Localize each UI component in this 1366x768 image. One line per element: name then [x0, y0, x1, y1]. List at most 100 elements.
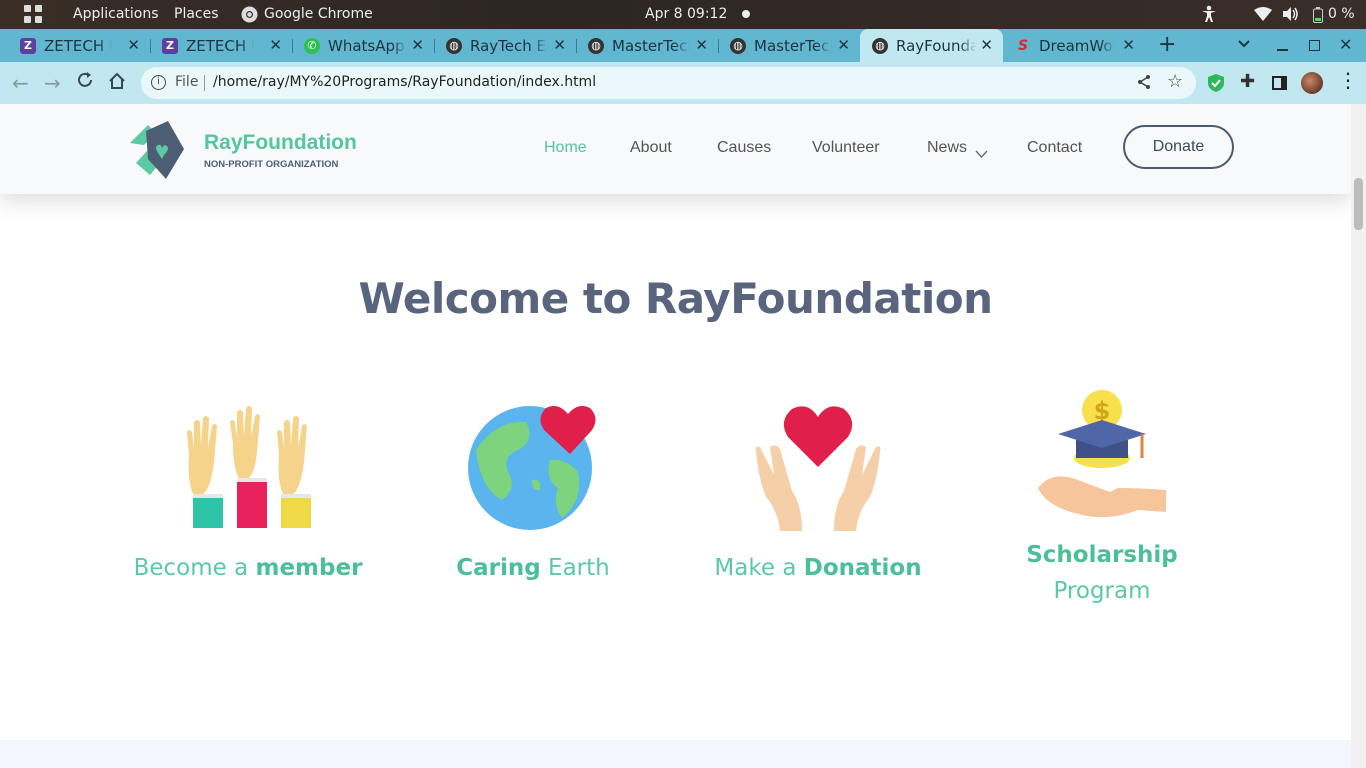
feature-scholarship-program[interactable]: Scholarship Program	[962, 537, 1242, 609]
nav-news[interactable]: News	[927, 139, 967, 157]
chevron-down-icon[interactable]	[975, 144, 988, 163]
close-icon[interactable]: ✕	[553, 36, 566, 54]
globe-icon: ◍	[588, 37, 604, 54]
nav-about[interactable]: About	[630, 139, 672, 157]
wifi-icon[interactable]	[1254, 7, 1272, 25]
feature-become-member[interactable]: Become a member	[108, 550, 388, 586]
donate-button[interactable]: Donate	[1123, 125, 1234, 169]
reload-icon[interactable]	[76, 71, 94, 93]
tab-mastertech-1[interactable]: ◍ MasterTech ✕	[584, 29, 718, 62]
close-icon[interactable]: ✕	[980, 36, 993, 54]
tab-search-icon[interactable]	[1237, 36, 1251, 55]
share-icon[interactable]	[1136, 74, 1152, 94]
extensions-puzzle-icon[interactable]: ✚	[1240, 73, 1255, 91]
tab-zetech-1[interactable]: Z ZETECH UNIVERSITY ✕	[16, 29, 150, 62]
feature-text: Program	[1053, 578, 1151, 604]
rayfoundation-logo-icon[interactable]	[126, 119, 188, 185]
zetech-icon: Z	[162, 37, 178, 54]
volume-icon[interactable]	[1282, 6, 1299, 26]
browser-toolbar: ← → i File /home/ray/MY%20Programs/RayFo…	[0, 62, 1366, 104]
raised-hands-icon[interactable]	[183, 404, 315, 534]
new-tab-icon[interactable]: +	[1158, 32, 1176, 57]
globe-icon: ◍	[872, 37, 888, 54]
feature-make-donation[interactable]: Make a Donation	[678, 550, 958, 586]
tab-label: ZETECH UNIVERSITY	[186, 36, 254, 55]
close-icon[interactable]: ✕	[837, 36, 850, 54]
donation-hands-icon[interactable]	[752, 401, 884, 537]
feature-text: Make a	[714, 555, 804, 581]
tab-separator	[150, 39, 151, 53]
tab-raytech[interactable]: ◍ RayTech Enterprises ✕	[442, 29, 576, 62]
places-menu[interactable]: Places	[174, 6, 219, 22]
url-scheme: File	[175, 74, 199, 90]
avatar[interactable]	[1301, 72, 1323, 94]
feature-text-bold: Donation	[803, 555, 922, 581]
tab-separator	[292, 39, 293, 53]
feature-text: Earth	[540, 555, 610, 581]
next-section	[0, 740, 1351, 768]
welcome-heading: Welcome to RayFoundation	[358, 274, 993, 323]
active-app-label[interactable]: Google Chrome	[264, 6, 373, 22]
tab-label: MasterTech	[754, 36, 832, 55]
scholarship-icon[interactable]: $	[1038, 388, 1170, 526]
earth-heart-icon[interactable]	[466, 400, 600, 536]
info-icon[interactable]: i	[151, 75, 166, 90]
scrollbar[interactable]	[1351, 104, 1366, 768]
menu-kebab-icon[interactable]: ⋮	[1338, 70, 1358, 90]
brand-name[interactable]: RayFoundation	[204, 131, 357, 155]
shield-extension-icon[interactable]	[1208, 74, 1224, 96]
address-bar[interactable]: i File /home/ray/MY%20Programs/RayFounda…	[141, 67, 1196, 99]
tab-whatsapp[interactable]: ✆ WhatsApp ✕	[300, 29, 434, 62]
back-icon[interactable]: ←	[12, 72, 29, 94]
bookmark-star-icon[interactable]: ☆	[1167, 71, 1183, 92]
applications-menu[interactable]: Applications	[73, 6, 159, 22]
tab-mastertech-2[interactable]: ◍ MasterTech ✕	[726, 29, 860, 62]
notification-dot	[742, 10, 750, 18]
side-panel-icon[interactable]	[1272, 76, 1287, 90]
maximize-icon[interactable]	[1309, 40, 1320, 51]
web-page: RayFoundation NON-PROFIT ORGANIZATION Ho…	[0, 104, 1351, 768]
nav-home[interactable]: Home	[544, 139, 587, 157]
tab-rayfoundation[interactable]: ◍ RayFoundation ✕	[860, 29, 1003, 62]
close-icon[interactable]: ✕	[411, 36, 424, 54]
feature-text-bold: Scholarship	[1026, 542, 1178, 568]
minimize-icon[interactable]	[1277, 49, 1288, 51]
globe-icon: ◍	[446, 37, 462, 54]
close-window-icon[interactable]: ✕	[1339, 35, 1352, 54]
zetech-icon: Z	[20, 37, 36, 54]
battery-icon[interactable]	[1313, 7, 1323, 27]
tab-separator	[718, 39, 719, 53]
tab-zetech-2[interactable]: Z ZETECH UNIVERSITY ✕	[158, 29, 292, 62]
tab-label: MasterTech	[612, 36, 690, 55]
apps-grid-icon[interactable]	[24, 5, 42, 27]
url-text[interactable]: /home/ray/MY%20Programs/RayFoundation/in…	[213, 74, 596, 90]
accessibility-icon[interactable]	[1201, 5, 1217, 27]
feature-text-bold: Caring	[456, 555, 541, 581]
feature-text-bold: member	[255, 555, 363, 581]
tab-label: ZETECH UNIVERSITY	[44, 36, 112, 55]
tab-label: RayFoundation	[896, 36, 976, 55]
whatsapp-icon: ✆	[304, 37, 320, 54]
battery-percent: 0 %	[1328, 6, 1355, 22]
tab-dreamworks[interactable]: S DreamWorks ✕	[1011, 29, 1145, 62]
home-icon[interactable]	[108, 72, 126, 94]
feature-caring-earth[interactable]: Caring Earth	[393, 550, 673, 586]
brand-tagline: NON-PROFIT ORGANIZATION	[204, 159, 339, 170]
clock[interactable]: Apr 8 09:12	[645, 6, 727, 22]
close-icon[interactable]: ✕	[1122, 36, 1135, 54]
url-divider	[204, 75, 205, 91]
forward-icon[interactable]: →	[44, 72, 61, 94]
tab-label: WhatsApp	[328, 36, 405, 55]
system-top-bar: Applications Places Google Chrome Apr 8 …	[0, 0, 1366, 29]
scrollbar-thumb[interactable]	[1354, 178, 1363, 230]
tab-label: DreamWorks	[1039, 36, 1115, 55]
close-icon[interactable]: ✕	[695, 36, 708, 54]
nav-contact[interactable]: Contact	[1027, 139, 1082, 157]
nav-causes[interactable]: Causes	[717, 139, 771, 157]
site-navbar: RayFoundation NON-PROFIT ORGANIZATION Ho…	[0, 104, 1351, 194]
nav-volunteer[interactable]: Volunteer	[812, 139, 880, 157]
tab-label: RayTech Enterprises	[470, 36, 548, 55]
close-icon[interactable]: ✕	[269, 36, 282, 54]
feature-text: Become a	[133, 555, 256, 581]
close-icon[interactable]: ✕	[127, 36, 140, 54]
